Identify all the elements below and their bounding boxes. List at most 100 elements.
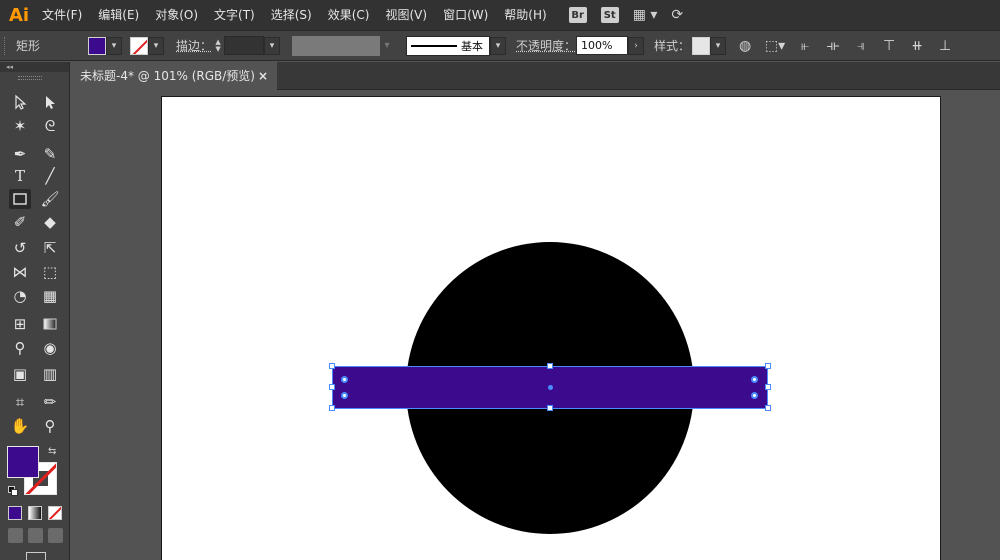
- menu-effect[interactable]: 效果(C): [320, 0, 378, 30]
- brush-dropdown[interactable]: ▾: [490, 36, 507, 55]
- corner-widget-br[interactable]: [751, 392, 758, 399]
- handle-bottom-center[interactable]: [547, 405, 553, 411]
- draw-inside-icon[interactable]: [48, 528, 63, 543]
- gradient-tool-icon[interactable]: [39, 314, 61, 334]
- menu-view[interactable]: 视图(V): [377, 0, 435, 30]
- handle-bottom-right[interactable]: [765, 405, 771, 411]
- app-logo: Ai: [8, 4, 30, 26]
- handle-top-right[interactable]: [765, 363, 771, 369]
- stroke-weight-field[interactable]: [224, 36, 265, 55]
- free-transform-tool-icon[interactable]: ⬚: [39, 262, 61, 282]
- symbol-sprayer-tool-icon[interactable]: ▣: [9, 364, 31, 384]
- handle-top-left[interactable]: [329, 363, 335, 369]
- profile-dropdown-icon[interactable]: ▾: [380, 37, 394, 55]
- corner-widget-tl[interactable]: [341, 376, 348, 383]
- stroke-weight-stepper[interactable]: ▲ ▼: [212, 36, 224, 55]
- menu-window[interactable]: 窗口(W): [435, 0, 496, 30]
- swap-fill-stroke-icon[interactable]: ⇆: [48, 446, 56, 457]
- corner-widget-bl[interactable]: [341, 392, 348, 399]
- brush-line-preview: [411, 44, 458, 47]
- globe-icon[interactable]: ◍: [736, 38, 754, 54]
- none-mode-button[interactable]: [48, 506, 62, 520]
- control-bar-grip[interactable]: [4, 36, 8, 55]
- type-tool-icon[interactable]: T: [9, 166, 31, 186]
- pen-tool-icon[interactable]: ✒: [9, 144, 31, 164]
- tool-panel-grip[interactable]: [18, 76, 42, 80]
- align-hcenter-icon[interactable]: ⟛: [824, 38, 842, 54]
- style-label: 样式：: [654, 39, 691, 53]
- eyedropper-tool-icon[interactable]: ⚲: [9, 338, 31, 358]
- bridge-button[interactable]: Br: [568, 7, 587, 23]
- rectangle-tool-icon[interactable]: [9, 189, 31, 209]
- hand-tool-icon[interactable]: ✋: [9, 416, 31, 436]
- document-tab[interactable]: 未标题-4* @ 101% (RGB/预览) ×: [71, 62, 277, 90]
- fill-color-box[interactable]: [7, 446, 39, 478]
- artboard-tool-icon[interactable]: ⌗: [9, 392, 31, 412]
- draw-normal-icon[interactable]: [8, 528, 23, 543]
- align-bottom-icon[interactable]: ⊥: [936, 38, 954, 54]
- tool-panel-collapse[interactable]: ◂◂: [0, 62, 69, 72]
- stroke-weight-dropdown[interactable]: ▾: [264, 36, 281, 55]
- color-mode-button[interactable]: [8, 506, 22, 520]
- width-tool-icon[interactable]: ⋈: [9, 262, 31, 282]
- menu-help[interactable]: 帮助(H): [496, 0, 554, 30]
- draw-behind-icon[interactable]: [28, 528, 43, 543]
- stroke-dropdown[interactable]: ▾: [148, 36, 165, 55]
- style-dropdown[interactable]: ▾: [710, 36, 727, 55]
- sync-icon[interactable]: ⟳: [671, 7, 683, 23]
- document-tab-title: 未标题-4* @ 101% (RGB/预览): [80, 69, 255, 83]
- fill-dropdown[interactable]: ▾: [106, 36, 123, 55]
- stroke-swatch[interactable]: [130, 36, 149, 55]
- document-tab-bar: 未标题-4* @ 101% (RGB/预览) ×: [71, 62, 1000, 90]
- scale-tool-icon[interactable]: ⇱: [39, 238, 61, 258]
- zoom-tool-icon[interactable]: ⚲: [39, 416, 61, 436]
- handle-bottom-left[interactable]: [329, 405, 335, 411]
- corner-widget-tr[interactable]: [751, 376, 758, 383]
- stroke-label[interactable]: 描边：: [176, 37, 212, 54]
- menu-edit[interactable]: 编辑(E): [90, 0, 147, 30]
- handle-middle-left[interactable]: [329, 384, 335, 390]
- default-fill-stroke-icon[interactable]: [8, 486, 18, 496]
- brush-definition[interactable]: 基本: [406, 35, 491, 56]
- perspective-grid-tool-icon[interactable]: ▦: [39, 286, 61, 306]
- menu-type[interactable]: 文字(T): [206, 0, 263, 30]
- stock-button[interactable]: St: [600, 7, 619, 23]
- align-left-icon[interactable]: ⫦: [796, 38, 814, 54]
- fill-swatch[interactable]: [88, 36, 107, 55]
- eraser-tool-icon[interactable]: ◆: [39, 212, 61, 232]
- layout-grid-icon[interactable]: ▦ ▾: [633, 7, 658, 23]
- align-right-icon[interactable]: ⫣: [852, 38, 870, 54]
- opacity-field[interactable]: 100%: [576, 36, 629, 55]
- curvature-tool-icon[interactable]: ✎: [39, 144, 61, 164]
- slice-tool-icon[interactable]: ✏: [39, 392, 61, 412]
- screen-mode-icon[interactable]: [26, 552, 46, 560]
- variable-width-profile[interactable]: [292, 35, 381, 56]
- direct-selection-tool-icon[interactable]: [39, 92, 61, 112]
- control-bar: 矩形 ▾ ▾ 描边： ▲ ▼ ▾ ▾ 基本 ▾ 不透明度： 100% › 样式： …: [0, 30, 1000, 61]
- align-top-icon[interactable]: ⊤: [880, 38, 898, 54]
- menu-bar: Ai 文件(F) 编辑(E) 对象(O) 文字(T) 选择(S) 效果(C) 视…: [0, 0, 1000, 30]
- mesh-tool-icon[interactable]: ⊞: [9, 314, 31, 334]
- transform-icon[interactable]: ⬚▾: [764, 38, 786, 54]
- opacity-arrow[interactable]: ›: [628, 36, 645, 55]
- line-tool-icon[interactable]: ╱: [39, 166, 61, 186]
- handle-top-center[interactable]: [547, 363, 553, 369]
- gradient-mode-button[interactable]: [28, 506, 42, 520]
- close-icon[interactable]: ×: [258, 62, 268, 90]
- handle-middle-right[interactable]: [765, 384, 771, 390]
- shape-builder-tool-icon[interactable]: ◔: [9, 286, 31, 306]
- graphic-style-swatch[interactable]: [692, 36, 711, 55]
- opacity-label[interactable]: 不透明度：: [516, 37, 576, 54]
- selection-tool-icon[interactable]: [9, 92, 31, 112]
- rotate-tool-icon[interactable]: ↺: [9, 238, 31, 258]
- lasso-tool-icon[interactable]: ᘓ: [39, 116, 61, 136]
- column-graph-tool-icon[interactable]: ▥: [39, 364, 61, 384]
- magic-wand-tool-icon[interactable]: ✶: [9, 116, 31, 136]
- menu-select[interactable]: 选择(S): [263, 0, 320, 30]
- align-vcenter-icon[interactable]: ⧺: [908, 38, 926, 54]
- menu-file[interactable]: 文件(F): [34, 0, 90, 30]
- blend-tool-icon[interactable]: ◉: [39, 338, 61, 358]
- shaper-tool-icon[interactable]: ✐: [9, 212, 31, 232]
- menu-object[interactable]: 对象(O): [147, 0, 206, 30]
- paintbrush-tool-icon[interactable]: 🖌: [39, 189, 61, 209]
